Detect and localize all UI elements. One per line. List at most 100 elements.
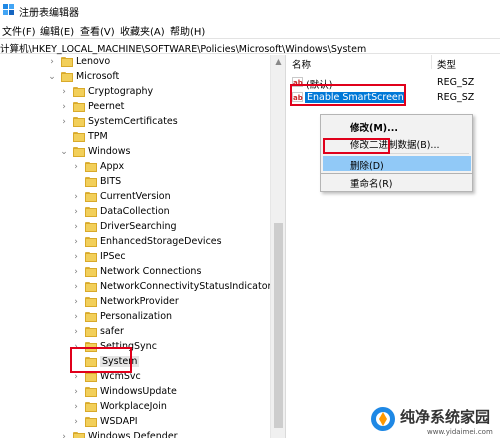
tree-scrollbar[interactable]: ▲ bbox=[270, 55, 285, 438]
title-bar: 注册表编辑器 bbox=[0, 0, 500, 20]
menu-file[interactable]: 文件(F) bbox=[2, 23, 36, 38]
folder-icon bbox=[61, 72, 73, 82]
tree-item[interactable]: TPM bbox=[0, 130, 270, 145]
scroll-up-icon[interactable]: ▲ bbox=[274, 57, 283, 66]
watermark-url: www.yidaimei.com bbox=[427, 428, 493, 436]
folder-icon bbox=[73, 87, 85, 97]
tree-item[interactable]: › Personalization bbox=[0, 310, 270, 325]
expand-chevron-icon[interactable] bbox=[72, 177, 80, 187]
tree-item[interactable]: › SystemCertificates bbox=[0, 115, 270, 130]
menu-edit[interactable]: 编辑(E) bbox=[40, 23, 74, 38]
expand-chevron-icon[interactable]: › bbox=[72, 162, 80, 172]
tree-item-label: Network Connections bbox=[100, 266, 202, 277]
tree-item-label: DataCollection bbox=[100, 206, 170, 217]
tree-item-label: Personalization bbox=[100, 311, 173, 322]
column-type-header[interactable]: 类型 bbox=[437, 57, 456, 71]
tree-item[interactable]: › Windows Defender bbox=[0, 430, 270, 438]
tree-item-label: NetworkProvider bbox=[100, 296, 179, 307]
folder-icon bbox=[85, 327, 97, 337]
tree-item-label: CurrentVersion bbox=[100, 191, 171, 202]
expand-chevron-icon[interactable]: › bbox=[48, 57, 56, 67]
expand-chevron-icon[interactable]: › bbox=[72, 192, 80, 202]
address-path[interactable]: 计算机\HKEY_LOCAL_MACHINE\SOFTWARE\Policies… bbox=[0, 41, 366, 55]
address-bar[interactable]: 计算机\HKEY_LOCAL_MACHINE\SOFTWARE\Policies… bbox=[0, 38, 500, 55]
tree-item[interactable]: › WSDAPI bbox=[0, 415, 270, 430]
tree-item[interactable]: › Network Connections bbox=[0, 265, 270, 280]
tree-item[interactable]: ⌄ Microsoft bbox=[0, 70, 270, 85]
tree-item[interactable]: › WcmSvc bbox=[0, 370, 270, 385]
expand-chevron-icon[interactable]: › bbox=[72, 207, 80, 217]
tree-item-label: DriverSearching bbox=[100, 221, 177, 232]
tree-item[interactable]: › Cryptography bbox=[0, 85, 270, 100]
expand-chevron-icon[interactable]: › bbox=[60, 87, 68, 97]
tree-item-label: Lenovo bbox=[76, 56, 111, 67]
menu-favorites[interactable]: 收藏夹(A) bbox=[120, 23, 165, 38]
expand-chevron-icon[interactable]: › bbox=[72, 312, 80, 322]
tree-item[interactable]: › NetworkProvider bbox=[0, 295, 270, 310]
folder-icon bbox=[73, 102, 85, 112]
menu-view[interactable]: 查看(V) bbox=[80, 23, 115, 38]
annotation-box-delete bbox=[323, 138, 390, 154]
tree-item[interactable]: › WindowsUpdate bbox=[0, 385, 270, 400]
folder-icon bbox=[85, 267, 97, 277]
column-separator[interactable] bbox=[431, 55, 432, 69]
tree-item[interactable]: › WorkplaceJoin bbox=[0, 400, 270, 415]
registry-tree: › Lenovo ⌄ Microsoft › Cryptography › Peernet › S… bbox=[0, 55, 285, 438]
expand-chevron-icon[interactable]: › bbox=[72, 297, 80, 307]
scroll-thumb[interactable] bbox=[274, 223, 283, 428]
expand-chevron-icon[interactable]: › bbox=[72, 222, 80, 232]
tree-item[interactable]: BITS bbox=[0, 175, 270, 190]
tree-item[interactable]: › NetworkConnectivityStatusIndicator bbox=[0, 280, 271, 295]
folder-icon bbox=[85, 222, 97, 232]
tree-item[interactable]: › SettingSync bbox=[0, 340, 270, 355]
menu-help[interactable]: 帮助(H) bbox=[170, 23, 205, 38]
collapse-chevron-icon[interactable]: ⌄ bbox=[48, 72, 56, 82]
tree-item[interactable]: › DataCollection bbox=[0, 205, 270, 220]
expand-chevron-icon[interactable]: › bbox=[72, 267, 80, 277]
expand-chevron-icon[interactable] bbox=[60, 132, 68, 142]
folder-icon bbox=[85, 192, 97, 202]
folder-icon bbox=[73, 147, 85, 157]
tree-item-label: Microsoft bbox=[76, 71, 120, 82]
folder-icon bbox=[73, 432, 85, 438]
expand-chevron-icon[interactable]: › bbox=[72, 417, 80, 427]
context-delete[interactable]: 删除(D) bbox=[323, 156, 471, 172]
tree-item[interactable]: › safer bbox=[0, 325, 270, 340]
regedit-icon bbox=[3, 4, 14, 15]
expand-chevron-icon[interactable]: › bbox=[72, 402, 80, 412]
folder-icon bbox=[85, 252, 97, 262]
tree-item[interactable]: › CurrentVersion bbox=[0, 190, 270, 205]
expand-chevron-icon[interactable]: › bbox=[60, 117, 68, 127]
folder-icon bbox=[85, 177, 97, 187]
folder-icon bbox=[85, 207, 97, 217]
expand-chevron-icon[interactable]: › bbox=[72, 372, 80, 382]
tree-item-label: WSDAPI bbox=[100, 416, 138, 427]
folder-icon bbox=[85, 162, 97, 172]
tree-item-label: Cryptography bbox=[88, 86, 154, 97]
expand-chevron-icon[interactable]: › bbox=[72, 387, 80, 397]
value-type: REG_SZ bbox=[437, 92, 475, 103]
tree-item[interactable]: › Peernet bbox=[0, 100, 270, 115]
annotation-box-system bbox=[70, 347, 132, 373]
tree-item[interactable]: › Appx bbox=[0, 160, 270, 175]
tree-item[interactable]: › EnhancedStorageDevices bbox=[0, 235, 270, 250]
tree-item[interactable]: › DriverSearching bbox=[0, 220, 270, 235]
folder-icon bbox=[85, 387, 97, 397]
expand-chevron-icon[interactable]: › bbox=[72, 252, 80, 262]
expand-chevron-icon[interactable]: › bbox=[60, 432, 68, 438]
annotation-box-value bbox=[290, 84, 406, 106]
tree-item[interactable]: › IPSec bbox=[0, 250, 270, 265]
collapse-chevron-icon[interactable]: ⌄ bbox=[60, 147, 68, 157]
expand-chevron-icon[interactable]: › bbox=[72, 237, 80, 247]
tree-item-label: TPM bbox=[88, 131, 108, 142]
expand-chevron-icon[interactable]: › bbox=[72, 327, 80, 337]
expand-chevron-icon[interactable]: › bbox=[72, 282, 80, 292]
context-rename[interactable]: 重命名(R) bbox=[323, 174, 471, 190]
expand-chevron-icon[interactable]: › bbox=[60, 102, 68, 112]
tree-item[interactable]: › Lenovo bbox=[0, 55, 270, 70]
folder-icon bbox=[85, 402, 97, 412]
context-modify[interactable]: 修改(M)... bbox=[323, 118, 471, 134]
tree-item[interactable]: System bbox=[0, 355, 270, 370]
tree-item[interactable]: ⌄ Windows bbox=[0, 145, 270, 160]
column-name-header[interactable]: 名称 bbox=[292, 57, 311, 71]
